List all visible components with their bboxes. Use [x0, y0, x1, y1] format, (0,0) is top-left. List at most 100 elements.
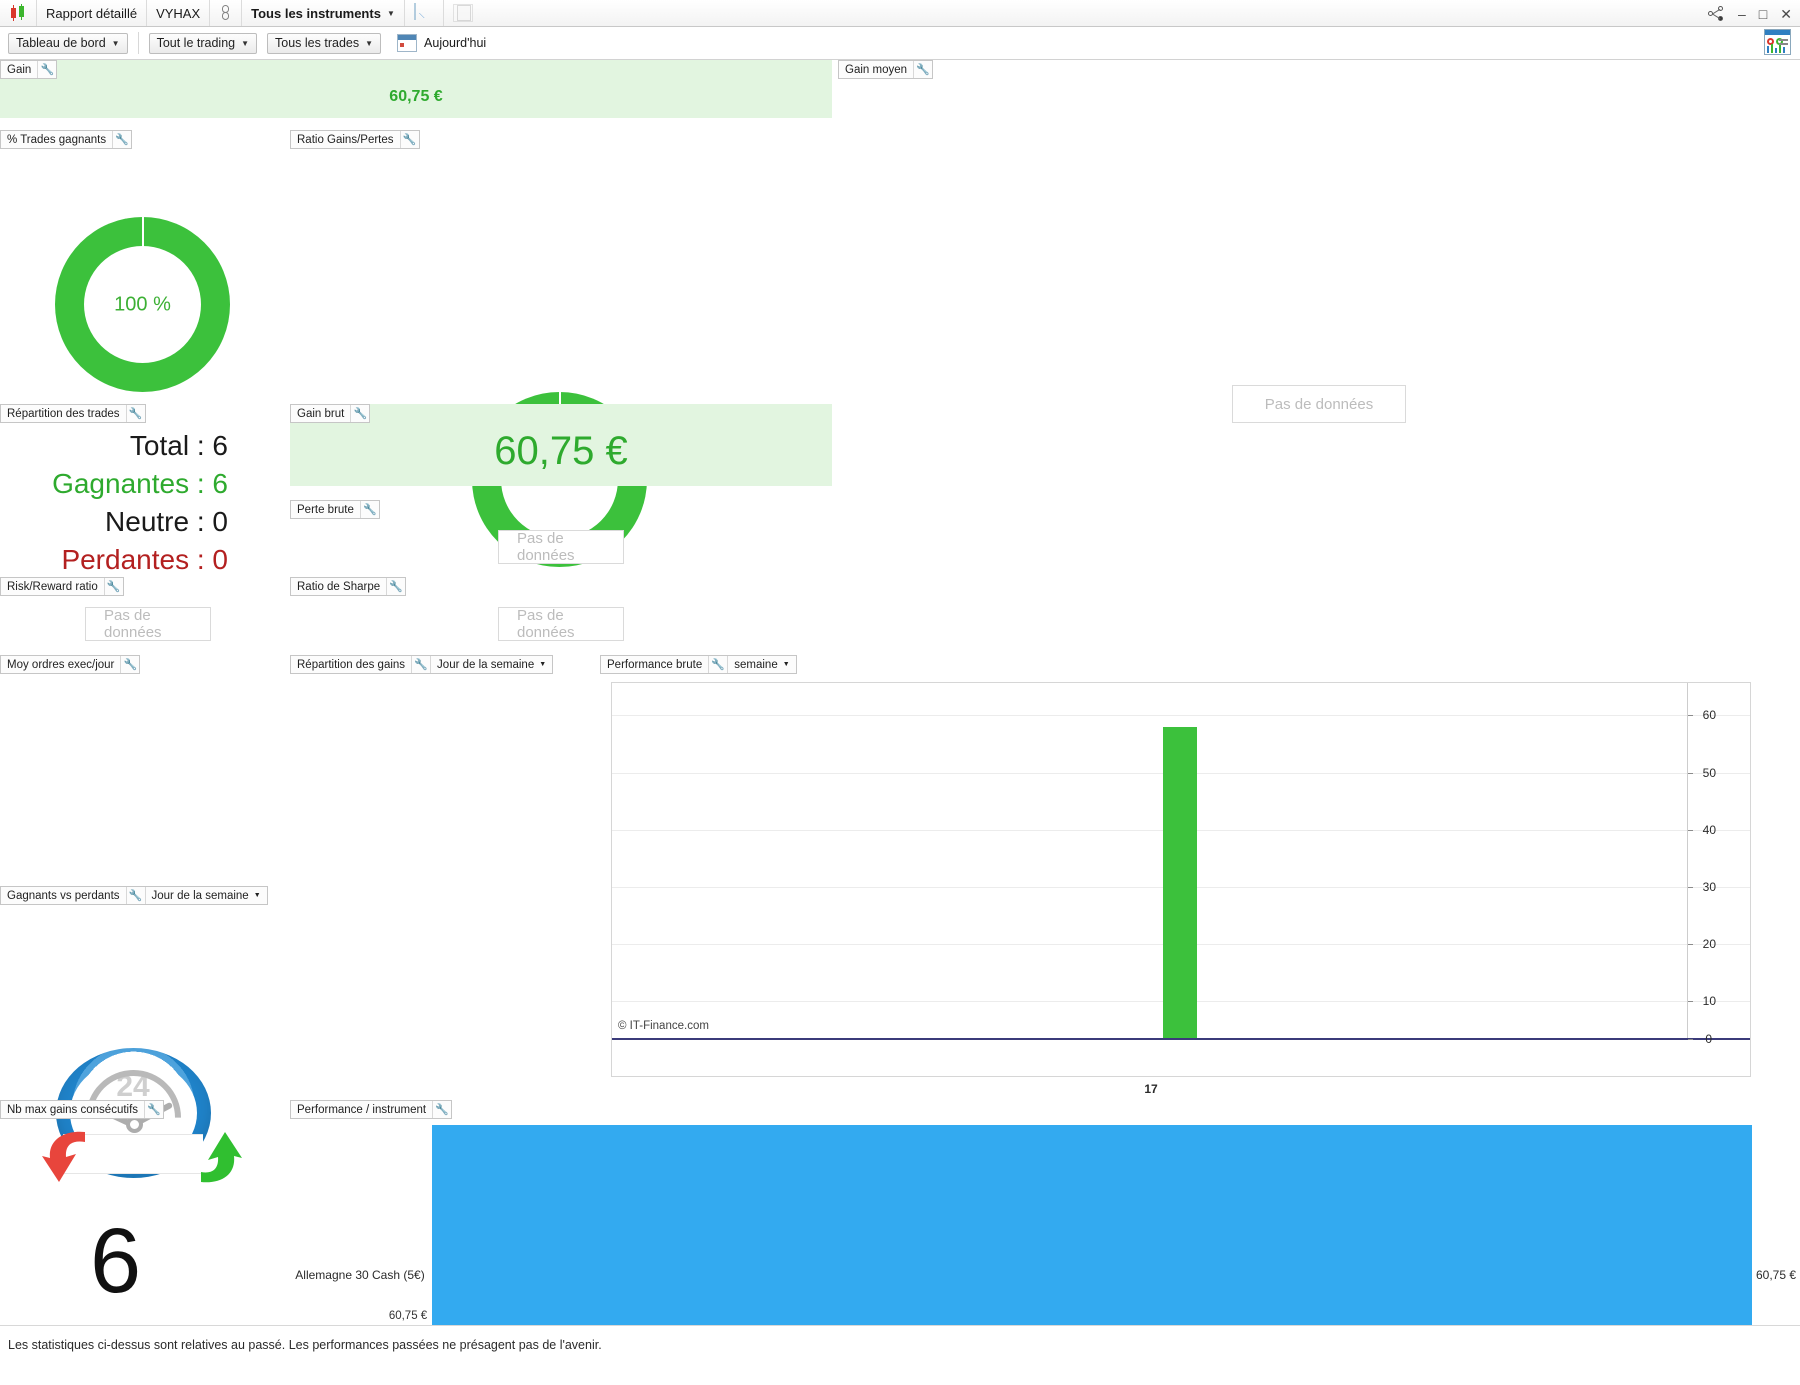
y-axis-line	[1687, 683, 1688, 1038]
wrench-icon[interactable]: 🔧	[411, 656, 430, 673]
share-icon[interactable]	[1708, 5, 1725, 22]
ytick-40: 40	[1702, 823, 1716, 837]
footer-disclaimer: Les statistiques ci-dessus sont relative…	[8, 1338, 602, 1352]
panel-gagnants-vs-perdants-title: Gagnants vs perdants	[7, 889, 120, 902]
maximize-button[interactable]: □	[1759, 7, 1767, 21]
panel-pct-trades-header[interactable]: % Trades gagnants 🔧	[0, 130, 133, 149]
wrench-icon[interactable]: 🔧	[112, 131, 131, 148]
wrench-icon[interactable]: 🔧	[432, 1101, 451, 1118]
instrument-value-label: 60,75 €	[1756, 1268, 1797, 1282]
panel-gain-header[interactable]: Gain 🔧	[0, 60, 58, 79]
panel-gain-moyen-title: Gain moyen	[845, 63, 908, 76]
app-icon-cell	[0, 0, 37, 26]
panel-gain-title: Gain	[7, 63, 32, 76]
panel-gagnants-vs-perdants-header[interactable]: Gagnants vs perdants 🔧 Jour de la semain…	[0, 886, 268, 905]
gridline-60	[612, 715, 1750, 716]
panel-perte-brute-empty: Pas de données	[498, 530, 624, 564]
panel-performance-instrument-title: Performance / instrument	[297, 1103, 427, 1116]
wrench-icon[interactable]: 🔧	[386, 578, 405, 595]
instrument-label: Allemagne 30 Cash (5€)	[295, 1268, 425, 1282]
ytick-0: 0	[1705, 1032, 1712, 1046]
repartition-gains-groupby-label: Jour de la semaine	[437, 658, 535, 671]
panel-ratio-sharpe-header[interactable]: Ratio de Sharpe 🔧	[290, 577, 407, 596]
xtick-week-17: 17	[1144, 1082, 1158, 1096]
stat-perdantes-value: 0	[212, 544, 228, 575]
panel-moy-ordres-title: Moy ordres exec/jour	[7, 658, 115, 671]
trading-filter-label: Tout le trading	[156, 36, 236, 50]
link-toggle[interactable]	[210, 0, 243, 26]
stat-total-label: Total	[129, 430, 190, 461]
gagnants-vs-perdants-groupby[interactable]: Jour de la semaine ▼	[144, 887, 267, 904]
wrench-icon[interactable]: 🔧	[37, 61, 56, 78]
arrow-down-red-icon	[42, 1131, 85, 1182]
instrument-selector[interactable]: Tous les instruments ▼	[242, 0, 405, 26]
dashboard-canvas: Gain 🔧 60,75 € Gain moyen 🔧 Pas de donné…	[0, 60, 1800, 1385]
wrench-icon[interactable]: 🔧	[120, 656, 139, 673]
panel-repartition-trades-header-wrap: Répartition des trades 🔧	[0, 404, 146, 423]
panel-risk-reward-header[interactable]: Risk/Reward ratio 🔧	[0, 577, 124, 596]
panel-ratio-sharpe-empty: Pas de données	[498, 607, 624, 641]
panel-ratio-sharpe-title: Ratio de Sharpe	[297, 580, 381, 593]
window-controls: – □ ✕	[1708, 0, 1792, 27]
trades-filter[interactable]: Tous les trades ▼	[267, 32, 382, 54]
ytick-50: 50	[1702, 766, 1716, 780]
panel-gain-brut-value: 60,75 €	[494, 429, 628, 473]
donut-pct-trades-gagnants: 100 %	[55, 217, 230, 392]
open-chart-button[interactable]	[405, 0, 444, 26]
panel-performance-instrument-header[interactable]: Performance / instrument 🔧	[290, 1100, 453, 1119]
wrench-icon[interactable]: 🔧	[125, 405, 145, 422]
wrench-icon[interactable]: 🔧	[125, 887, 145, 904]
chevron-down-icon: ▼	[365, 38, 374, 48]
dashboard-selector[interactable]: Tableau de bord ▼	[8, 32, 128, 54]
panel-moy-ordres-header[interactable]: Moy ordres exec/jour 🔧	[0, 655, 141, 674]
chevron-down-icon: ▼	[782, 661, 790, 668]
chart-watermark: © IT-Finance.com	[618, 1020, 709, 1032]
wrench-icon[interactable]: 🔧	[399, 131, 419, 148]
wrench-icon[interactable]: 🔧	[350, 405, 369, 422]
repartition-gains-groupby[interactable]: Jour de la semaine ▼	[430, 656, 552, 673]
bar-week-17[interactable]	[1163, 727, 1197, 1038]
donut-pct-trades-label: 100 %	[114, 293, 171, 315]
wrench-icon[interactable]: 🔧	[144, 1101, 163, 1118]
footer: Les statistiques ci-dessus sont relative…	[0, 1325, 1800, 1385]
wrench-icon[interactable]: 🔧	[103, 578, 123, 595]
performance-brute-period-label: semaine	[734, 658, 778, 671]
report-title: Rapport détaillé	[37, 0, 148, 26]
panel-repartition-gains-title: Répartition des gains	[297, 658, 406, 671]
panel-gain-moyen-header[interactable]: Gain moyen 🔧	[838, 60, 934, 79]
wrench-icon[interactable]: 🔧	[913, 61, 932, 78]
toolbar: Tableau de bord ▼ Tout le trading ▼ Tous…	[0, 27, 1800, 60]
stat-gagnantes-label: Gagnantes	[52, 468, 190, 499]
close-button[interactable]: ✕	[1780, 7, 1792, 21]
arrow-up-green-icon	[201, 1132, 242, 1183]
panel-nb-max-gains-header[interactable]: Nb max gains consécutifs 🔧	[0, 1100, 165, 1119]
stat-neutre: Neutre : 0	[105, 506, 228, 537]
performance-brute-period[interactable]: semaine ▼	[727, 656, 795, 673]
panel-risk-reward-empty: Pas de données	[85, 607, 211, 641]
minimize-button[interactable]: –	[1738, 7, 1746, 21]
panel-performance-brute-header[interactable]: Performance brute 🔧 semaine ▼	[600, 655, 797, 674]
panel-gain-moyen: Gain moyen 🔧	[838, 60, 934, 79]
zero-baseline	[612, 1038, 1750, 1040]
copy-button[interactable]	[444, 0, 482, 26]
panel-ratio-gp-header[interactable]: Ratio Gains/Pertes 🔧	[290, 130, 420, 149]
period-selector[interactable]: Aujourd'hui	[397, 34, 486, 52]
panel-ratio-gp-header-wrap: Ratio Gains/Pertes 🔧	[290, 130, 420, 149]
chevron-down-icon: ▼	[253, 892, 261, 899]
panel-nb-max-gains-title: Nb max gains consécutifs	[7, 1103, 139, 1116]
panel-gain-brut-title: Gain brut	[297, 407, 345, 420]
wrench-icon[interactable]: 🔧	[708, 656, 727, 673]
panel-repartition-gains-header[interactable]: Répartition des gains 🔧 Jour de la semai…	[290, 655, 554, 674]
panel-nb-max-gains-header-wrap: Nb max gains consécutifs 🔧	[0, 1100, 165, 1119]
dashboard-config-icon[interactable]	[1764, 29, 1791, 55]
panel-performance-instrument-header-wrap: Performance / instrument 🔧	[290, 1100, 453, 1119]
panel-repartition-trades-header[interactable]: Répartition des trades 🔧	[0, 404, 146, 423]
panel-repartition-gains-header-wrap: Répartition des gains 🔧 Jour de la semai…	[290, 655, 554, 674]
stat-total: Total : 6	[129, 430, 228, 461]
wrench-icon[interactable]: 🔧	[359, 501, 379, 518]
trading-filter[interactable]: Tout le trading ▼	[148, 32, 258, 54]
panel-gain-brut-header[interactable]: Gain brut 🔧	[290, 404, 371, 423]
chevron-down-icon: ▼	[539, 661, 547, 668]
instrument-selector-label: Tous les instruments	[251, 5, 381, 21]
panel-perte-brute-header[interactable]: Perte brute 🔧	[290, 500, 380, 519]
